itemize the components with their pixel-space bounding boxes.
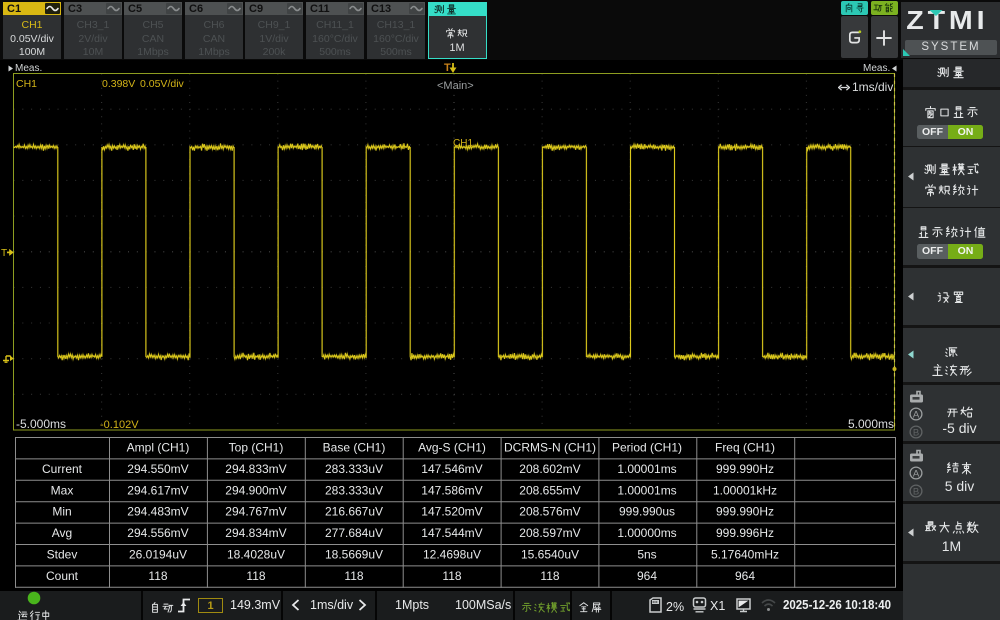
svg-text:964: 964	[735, 569, 755, 583]
svg-text:5.17640mHz: 5.17640mHz	[711, 548, 779, 562]
svg-text:1.00000ms: 1.00000ms	[617, 526, 676, 540]
svg-text:294.483mV: 294.483mV	[127, 505, 188, 519]
svg-text:118: 118	[148, 569, 167, 583]
svg-text:208.597mV: 208.597mV	[519, 526, 580, 540]
svg-text:1.00001ms: 1.00001ms	[617, 483, 676, 497]
svg-text:964: 964	[637, 569, 657, 583]
svg-text:Period (CH1): Period (CH1)	[612, 441, 682, 455]
svg-text:118: 118	[442, 569, 461, 583]
svg-text:147.544mV: 147.544mV	[421, 526, 482, 540]
svg-text:147.586mV: 147.586mV	[421, 483, 482, 497]
svg-text:999.996Hz: 999.996Hz	[716, 526, 774, 540]
svg-text:277.684uV: 277.684uV	[325, 526, 383, 540]
svg-text:216.667uV: 216.667uV	[325, 505, 383, 519]
svg-text:294.556mV: 294.556mV	[127, 526, 188, 540]
svg-text:Current: Current	[42, 462, 83, 476]
svg-text:Top (CH1): Top (CH1)	[229, 441, 284, 455]
svg-text:294.900mV: 294.900mV	[225, 483, 286, 497]
svg-text:1.00001kHz: 1.00001kHz	[713, 483, 777, 497]
svg-text:283.333uV: 283.333uV	[325, 462, 383, 476]
svg-text:294.833mV: 294.833mV	[225, 462, 286, 476]
svg-text:294.834mV: 294.834mV	[225, 526, 286, 540]
svg-text:999.990us: 999.990us	[619, 505, 675, 519]
svg-text:Min: Min	[52, 505, 71, 519]
svg-text:294.617mV: 294.617mV	[127, 483, 188, 497]
svg-text:Ampl (CH1): Ampl (CH1)	[127, 441, 190, 455]
svg-text:147.546mV: 147.546mV	[421, 462, 482, 476]
svg-text:15.6540uV: 15.6540uV	[521, 548, 579, 562]
svg-text:208.576mV: 208.576mV	[519, 505, 580, 519]
svg-text:118: 118	[344, 569, 363, 583]
svg-text:147.520mV: 147.520mV	[421, 505, 482, 519]
svg-text:118: 118	[246, 569, 265, 583]
svg-text:12.4698uV: 12.4698uV	[423, 548, 481, 562]
svg-text:DCRMS-N (CH1): DCRMS-N (CH1)	[504, 441, 596, 455]
svg-text:5ns: 5ns	[637, 548, 656, 562]
svg-text:Max: Max	[51, 483, 74, 497]
svg-text:Stdev: Stdev	[47, 548, 78, 562]
svg-text:208.602mV: 208.602mV	[519, 462, 580, 476]
svg-text:Count: Count	[46, 569, 79, 583]
svg-text:283.333uV: 283.333uV	[325, 483, 383, 497]
svg-text:1.00001ms: 1.00001ms	[617, 462, 676, 476]
svg-text:118: 118	[540, 569, 559, 583]
svg-text:294.767mV: 294.767mV	[225, 505, 286, 519]
svg-text:999.990Hz: 999.990Hz	[716, 462, 774, 476]
svg-text:26.0194uV: 26.0194uV	[129, 548, 187, 562]
svg-text:294.550mV: 294.550mV	[127, 462, 188, 476]
svg-text:18.4028uV: 18.4028uV	[227, 548, 285, 562]
svg-text:Base (CH1): Base (CH1)	[323, 441, 386, 455]
svg-text:Freq (CH1): Freq (CH1)	[715, 441, 775, 455]
svg-text:999.990Hz: 999.990Hz	[716, 505, 774, 519]
svg-text:Avg: Avg	[52, 526, 72, 540]
svg-text:18.5669uV: 18.5669uV	[325, 548, 383, 562]
svg-text:Avg-S (CH1): Avg-S (CH1)	[418, 441, 486, 455]
svg-text:208.655mV: 208.655mV	[519, 483, 580, 497]
